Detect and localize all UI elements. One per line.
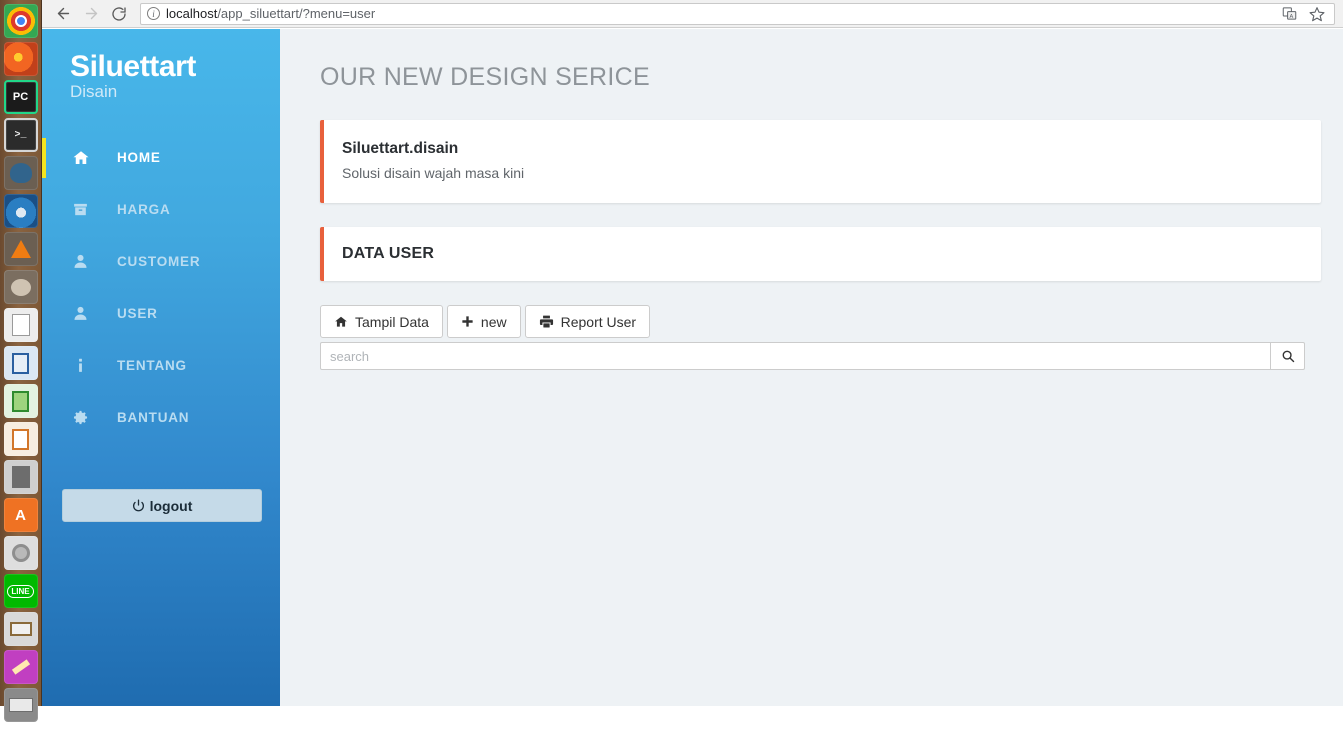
sidebar-item-harga[interactable]: HARGA [42,184,280,236]
site-info-icon[interactable]: i [147,7,160,20]
box-icon [72,201,100,218]
terminal-prompt-glyph: >_ [14,129,27,141]
user-icon [72,253,100,270]
plus-icon [461,315,474,328]
sidebar-item-bantuan[interactable]: BANTUAN [42,392,280,444]
writer-page-glyph [12,352,29,374]
report-user-button[interactable]: Report User [524,305,651,338]
dock-icon-vlc-media-player[interactable] [3,232,38,266]
url-path: /app_siluettart/?menu=user [217,6,376,21]
user-icon [72,305,100,322]
dock-icon-archive-manager[interactable]: A [3,498,38,532]
browser-toolbar: i localhost/app_siluettart/?menu=user A [42,0,1343,28]
sidebar-nav: HOME HARGA CUSTOMER USER TENTANG BANTUAN [42,132,280,444]
dock-icon-terminal[interactable]: >_ [3,118,38,152]
brush-glyph [11,659,30,675]
drawer-glyph [9,622,32,636]
home-icon [72,149,100,167]
logout-button[interactable]: logout [62,489,262,522]
sidebar-item-label: TENTANG [117,358,187,374]
intro-panel: Siluettart.disain Solusi disain wajah ma… [320,120,1321,203]
active-indicator [42,137,46,178]
dock-icon-gimp[interactable] [3,270,38,304]
report-user-label: Report User [560,313,637,330]
sidebar: Siluettart Disain HOME HARGA CUSTOMER US… [42,29,280,706]
archive-letter-glyph: A [15,506,26,524]
sidebar-item-home[interactable]: HOME [42,132,280,184]
gear-wrench-glyph [11,544,30,562]
dock-icon-system-tools[interactable] [3,536,38,570]
pycharm-label: PC [12,91,29,103]
url-text: localhost/app_siluettart/?menu=user [166,6,1272,21]
dock-icon-google-chrome[interactable] [3,4,38,38]
desktop-taskbar: PC >_ A LINE [0,0,42,722]
sidebar-item-user[interactable]: USER [42,288,280,340]
dock-icon-pycharm[interactable]: PC [3,80,38,114]
action-button-group: Tampil Data new Report User [320,305,1321,338]
url-host: localhost [166,6,218,21]
dock-icon-libreoffice-impress[interactable] [3,422,38,456]
search-button[interactable] [1271,342,1305,370]
intro-title: Siluettart.disain [342,140,459,157]
logout-label: logout [149,497,193,514]
gimp-wilber-glyph [10,278,31,296]
dock-icon-file-archive[interactable] [3,612,38,646]
address-bar[interactable]: i localhost/app_siluettart/?menu=user A [140,2,1335,25]
info-icon [72,357,100,374]
search-row [320,342,1305,370]
page-content: Siluettart Disain HOME HARGA CUSTOMER US… [42,29,1343,706]
reload-button[interactable] [106,2,132,26]
home-icon [334,315,348,329]
brand-title: Siluettart [70,50,197,83]
tampil-data-label: Tampil Data [355,313,429,330]
impress-slide-glyph [12,428,29,450]
bookmark-star-icon[interactable] [1306,3,1328,25]
sidebar-item-customer[interactable]: CUSTOMER [42,236,280,288]
dock-icon-firefox[interactable] [3,42,38,76]
page-title: OUR NEW DESIGN SERICE [320,63,650,91]
new-label: new [480,313,507,330]
dock-icon-libreoffice-calc[interactable] [3,384,38,418]
tampil-data-button[interactable]: Tampil Data [320,305,443,338]
brand-block: Siluettart Disain [42,29,280,102]
line-label-glyph: LINE [7,584,34,598]
sidebar-item-label: HOME [117,150,161,166]
vlc-cone-glyph [10,240,31,258]
forward-button[interactable] [78,2,104,26]
dock-icon-postgresql[interactable] [3,156,38,190]
calculator-keys-glyph [11,466,30,488]
calc-sheet-glyph [12,390,29,412]
dock-icon-scanner[interactable] [3,688,38,722]
dock-icon-thunderbird[interactable] [3,194,38,228]
sidebar-item-label: CUSTOMER [117,254,201,270]
data-user-panel: DATA USER [320,227,1321,281]
browser-window: i localhost/app_siluettart/?menu=user A … [42,0,1343,706]
sidebar-item-tentang[interactable]: TENTANG [42,340,280,392]
sidebar-item-label: HARGA [117,202,171,218]
translate-icon[interactable]: A [1278,3,1300,25]
new-button[interactable]: new [446,305,521,338]
main-content: OUR NEW DESIGN SERICE Siluettart.disain … [280,29,1343,706]
elephant-glyph [9,163,32,183]
brand-subtitle: Disain [70,81,118,101]
dock-icon-line-messenger[interactable]: LINE [3,574,38,608]
sidebar-item-label: USER [117,306,158,322]
gear-icon [72,409,100,426]
dock-icon-calculator[interactable] [3,460,38,494]
sidebar-item-label: BANTUAN [117,410,190,426]
search-input[interactable] [320,342,1271,370]
chrome-center [14,15,27,27]
dock-icon-libreoffice-writer[interactable] [3,346,38,380]
scanner-body-glyph [8,698,33,712]
dock-icon-paint-app[interactable] [3,650,38,684]
back-button[interactable] [50,2,76,26]
svg-text:A: A [1289,14,1293,20]
document-page-glyph [11,314,30,336]
printer-icon [539,314,554,329]
intro-subtitle: Solusi disain wajah masa kini [342,165,525,181]
search-icon [1281,349,1295,363]
data-user-heading: DATA USER [342,245,435,262]
power-icon [132,499,145,512]
dock-icon-text-editor[interactable] [3,308,38,342]
